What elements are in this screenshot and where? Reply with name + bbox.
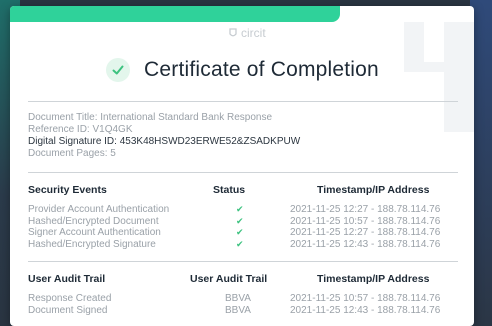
watermark-logo-icon bbox=[404, 22, 474, 132]
event-name: Hashed/Encrypted Signature bbox=[28, 238, 156, 250]
audit-user-header: User Audit Trail bbox=[190, 273, 268, 285]
event-name: Provider Account Authentication bbox=[28, 204, 170, 215]
brand-logo: circit bbox=[228, 26, 266, 40]
event-timestamp: 2021-11-25 12:43 - 188.78.114.76 bbox=[290, 238, 441, 250]
event-timestamp: 2021-11-25 12:27 - 188.78.114.76 bbox=[290, 204, 441, 215]
green-banner bbox=[10, 6, 340, 22]
divider bbox=[28, 101, 458, 102]
reference-id-text: Reference ID: V1Q4GK bbox=[28, 124, 133, 135]
status-check-icon: ✔ bbox=[236, 238, 244, 249]
status-check-icon: ✔ bbox=[236, 204, 244, 214]
status-check-icon: ✔ bbox=[236, 215, 244, 226]
check-circle-icon bbox=[106, 58, 130, 82]
audit-event: Document Signed bbox=[28, 304, 108, 316]
table-row: Signer Account Authentication ✔ 2021-11-… bbox=[28, 227, 468, 239]
status-check-icon: ✔ bbox=[236, 227, 244, 237]
table-row: Hashed/Encrypted Signature ✔ 2021-11-25 … bbox=[28, 239, 468, 251]
event-timestamp: 2021-11-25 12:27 - 188.78.114.76 bbox=[290, 227, 441, 238]
audit-trail-list: Response Created BBVA 2021-11-25 10:57 -… bbox=[28, 293, 468, 316]
audit-timestamp: 2021-11-25 10:57 - 188.78.114.76 bbox=[290, 293, 441, 304]
table-row: Hashed/Encrypted Document ✔ 2021-11-25 1… bbox=[28, 216, 468, 228]
divider bbox=[28, 172, 458, 173]
timestamp-header: Timestamp/IP Address bbox=[317, 184, 430, 196]
audit-timestamp-header: Timestamp/IP Address bbox=[317, 273, 430, 285]
audit-event: Response Created bbox=[28, 293, 112, 304]
table-row: Provider Account Authentication ✔ 2021-1… bbox=[28, 204, 468, 216]
event-name: Signer Account Authentication bbox=[28, 227, 161, 238]
document-pages-text: Document Pages: 5 bbox=[28, 148, 116, 159]
status-header: Status bbox=[213, 184, 246, 196]
title-row: Certificate of Completion bbox=[106, 58, 379, 82]
document-title-text: Document Title: International Standard B… bbox=[28, 112, 273, 123]
audit-timestamp: 2021-11-25 12:43 - 188.78.114.76 bbox=[290, 304, 441, 316]
divider bbox=[28, 261, 458, 262]
security-events-header: Security Events bbox=[28, 184, 107, 196]
brand-name: circit bbox=[241, 26, 266, 40]
audit-user: BBVA bbox=[225, 304, 251, 316]
audit-user: BBVA bbox=[225, 293, 251, 304]
table-row: Response Created BBVA 2021-11-25 10:57 -… bbox=[28, 293, 468, 305]
security-events-list: Provider Account Authentication ✔ 2021-1… bbox=[28, 204, 468, 250]
document-meta: Document Title: International Standard B… bbox=[28, 112, 300, 160]
event-timestamp: 2021-11-25 10:57 - 188.78.114.76 bbox=[290, 215, 441, 227]
certificate-document: circit Certificate of Completion Documen… bbox=[10, 6, 474, 326]
page-title: Certificate of Completion bbox=[144, 58, 379, 81]
digital-signature-text: Digital Signature ID: 453K48HSWD23ERWE52… bbox=[28, 136, 301, 147]
table-row: Document Signed BBVA 2021-11-25 12:43 - … bbox=[28, 305, 468, 317]
audit-trail-header: User Audit Trail bbox=[28, 273, 106, 285]
event-name: Hashed/Encrypted Document bbox=[28, 215, 159, 227]
circit-logo-icon bbox=[229, 28, 237, 37]
